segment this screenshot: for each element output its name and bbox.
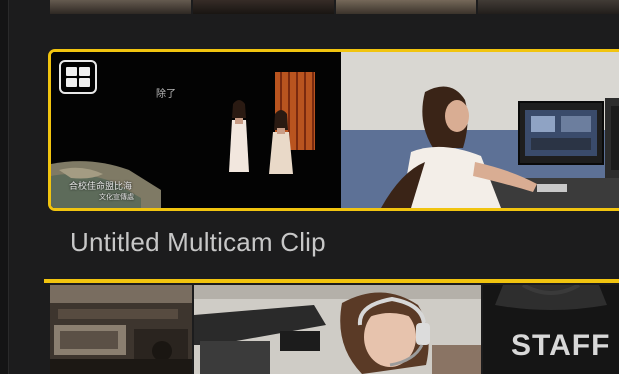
subtitle-line-1: 合校佳命盟比海 xyxy=(69,182,133,192)
clip-title[interactable]: Untitled Multicam Clip xyxy=(70,227,326,258)
clip-thumbnail[interactable]: STAFF xyxy=(483,285,619,374)
clip-thumbnail[interactable] xyxy=(50,285,192,374)
editing-workstation-image xyxy=(341,52,619,208)
angle-thumbnail-editor xyxy=(341,52,619,208)
event-browser: 除了 合校佳命盟比海 文化宣傳處 Untitled Multicam Clip … xyxy=(0,0,619,374)
sidebar-divider xyxy=(8,0,9,374)
clip-thumbnail[interactable] xyxy=(192,0,334,14)
sidebar-edge xyxy=(0,0,8,374)
clip-row-bottom: STAFF xyxy=(50,285,619,374)
camera-operator-image xyxy=(194,285,481,374)
staff-shirt-text: STAFF xyxy=(511,329,611,362)
broadcast-equipment-image xyxy=(50,285,192,374)
clip-thumbnail[interactable] xyxy=(50,0,191,14)
subtitle-line-2: 文化宣傳處 xyxy=(99,193,134,201)
overlay-caption: 除了 xyxy=(156,89,176,100)
clip-thumbnail[interactable] xyxy=(335,0,477,14)
clip-thumbnail[interactable] xyxy=(194,285,481,374)
selection-underline xyxy=(44,279,619,283)
overlay-subtitle: 合校佳命盟比海 文化宣傳處 xyxy=(69,182,134,202)
clip-thumbnail[interactable] xyxy=(478,0,619,14)
multicam-clip-filmstrip[interactable]: 除了 合校佳命盟比海 文化宣傳處 xyxy=(48,49,619,211)
clip-row-top xyxy=(50,0,619,14)
multicam-grid-icon xyxy=(59,60,97,94)
